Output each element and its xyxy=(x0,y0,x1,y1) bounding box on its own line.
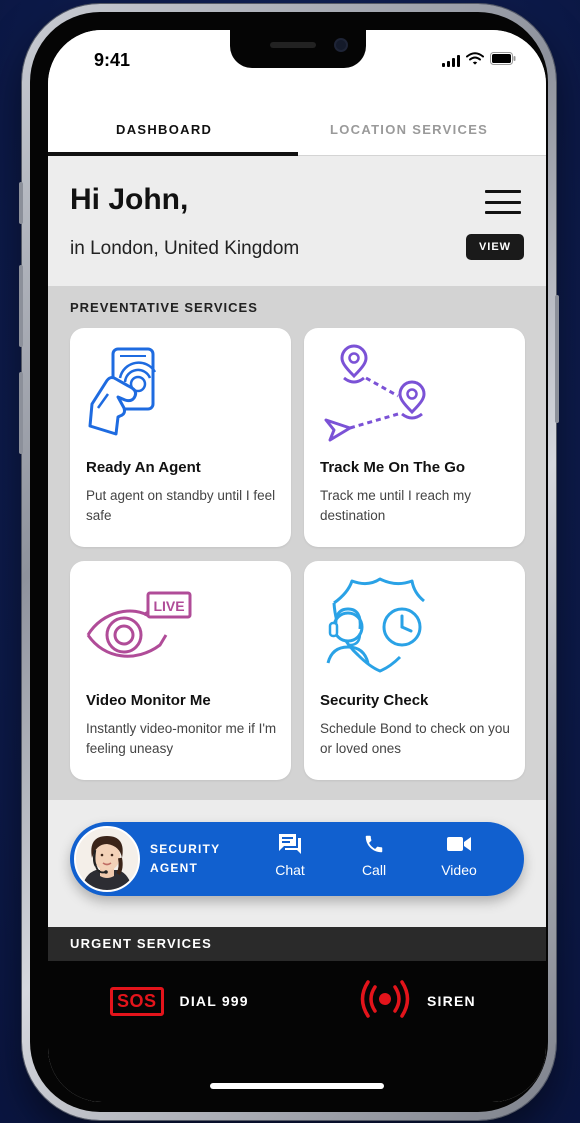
urgent-services-header: URGENT SERVICES xyxy=(48,927,546,961)
chat-button[interactable]: Chat xyxy=(262,832,318,886)
silent-switch xyxy=(19,182,23,224)
battery-icon xyxy=(490,52,516,70)
volume-up-button xyxy=(19,265,23,347)
volume-down-button xyxy=(19,372,23,454)
wifi-icon xyxy=(466,52,484,70)
video-label: Video xyxy=(441,862,477,878)
live-eye-icon: LIVE xyxy=(84,575,194,675)
current-location: in London, United Kingdom xyxy=(70,238,300,259)
power-button xyxy=(555,295,559,423)
view-location-button[interactable]: VIEW xyxy=(466,234,524,260)
status-icons xyxy=(442,52,516,70)
chat-label: Chat xyxy=(275,862,305,878)
tab-dashboard[interactable]: DASHBOARD xyxy=(116,122,212,137)
card-title: Track Me On The Go xyxy=(320,459,466,476)
phone-icon xyxy=(361,832,387,856)
tab-bar: DASHBOARD LOCATION SERVICES xyxy=(48,80,546,156)
siren-icon xyxy=(359,979,411,1024)
security-agent-label: SECURITY AGENT xyxy=(150,842,221,875)
app-screen: 9:41 DASHBOARD LOCATION SERVICES Hi John… xyxy=(48,30,546,1102)
card-track-me-on-the-go[interactable]: Track Me On The Go Track me until I reac… xyxy=(304,328,525,547)
sos-icon: SOS xyxy=(110,986,164,1016)
call-label: Call xyxy=(361,862,387,878)
route-tracking-icon xyxy=(318,342,428,442)
call-button[interactable]: Call xyxy=(346,832,402,886)
agent-avatar[interactable] xyxy=(74,826,140,892)
shield-agent-clock-icon xyxy=(318,575,428,675)
hand-tap-phone-icon xyxy=(84,342,194,442)
card-description: Track me until I reach my destination xyxy=(320,488,472,523)
card-video-monitor-me[interactable]: LIVE Video Monitor Me Instantly video-mo… xyxy=(70,561,291,780)
speaker-grille xyxy=(270,42,316,48)
card-description: Put agent on standby until I feel safe xyxy=(86,488,276,523)
front-camera xyxy=(334,38,348,52)
card-ready-an-agent[interactable]: Ready An Agent Put agent on standby unti… xyxy=(70,328,291,547)
section-title: URGENT SERVICES xyxy=(70,936,213,951)
greeting-title: Hi John, xyxy=(70,183,189,216)
urgent-services-section: SOS DIAL 999 SIREN xyxy=(48,961,546,1102)
home-indicator[interactable] xyxy=(210,1083,384,1089)
section-title: PREVENTATIVE SERVICES xyxy=(70,300,258,315)
hamburger-menu-icon[interactable] xyxy=(485,190,521,214)
signal-icon xyxy=(442,55,460,67)
card-description: Instantly video-monitor me if I'm feelin… xyxy=(86,721,277,756)
card-description: Schedule Bond to check on you or loved o… xyxy=(320,721,510,756)
preventative-services-section: PREVENTATIVE SERVICES Ready An Agent Put… xyxy=(48,286,546,800)
card-security-check[interactable]: Security Check Schedule Bond to check on… xyxy=(304,561,525,780)
chat-icon xyxy=(277,832,303,856)
siren-button[interactable]: SIREN xyxy=(359,979,476,1024)
notch xyxy=(230,30,366,68)
live-badge-text: LIVE xyxy=(153,598,184,614)
dial-999-button[interactable]: SOS DIAL 999 xyxy=(110,981,249,1021)
video-camera-icon xyxy=(446,832,472,856)
video-button[interactable]: Video xyxy=(431,832,487,886)
card-title: Ready An Agent xyxy=(86,459,201,476)
agent-bar-section: SECURITY AGENT Chat Call Video xyxy=(48,800,546,927)
card-title: Security Check xyxy=(320,692,429,709)
siren-label: SIREN xyxy=(427,993,476,1009)
card-title: Video Monitor Me xyxy=(86,692,211,709)
greeting-header: Hi John, in London, United Kingdom VIEW xyxy=(48,156,546,286)
tab-location-services[interactable]: LOCATION SERVICES xyxy=(330,122,488,137)
security-agent-bar: SECURITY AGENT Chat Call Video xyxy=(70,822,524,896)
status-time: 9:41 xyxy=(94,50,131,70)
dial-999-label: DIAL 999 xyxy=(179,993,249,1009)
